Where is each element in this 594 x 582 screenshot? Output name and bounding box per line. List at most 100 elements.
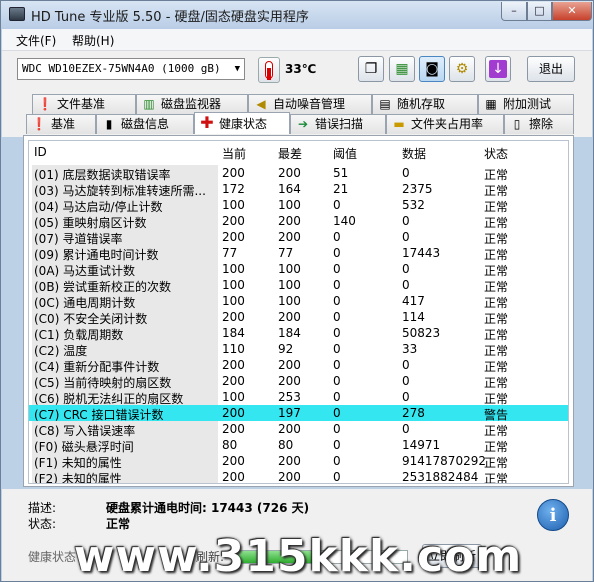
tab-label: 磁盘信息: [121, 117, 170, 131]
table-row[interactable]: (05) 重映射扇区计数 200 200 140 0 正常: [29, 213, 568, 230]
table-row[interactable]: (09) 累计通电时间计数 77 77 0 17443 正常: [29, 245, 568, 262]
tab-label: 错误扫描: [315, 117, 364, 131]
table-row[interactable]: (03) 马达旋转到标准转速所需... 172 164 21 2375 正常: [29, 181, 568, 198]
cell-data: 532: [402, 198, 425, 212]
tab-extra-tests[interactable]: ▦ 附加测试: [478, 94, 574, 114]
cell-worst: 100: [278, 262, 301, 276]
cell-current: 200: [222, 470, 245, 484]
cell-id: (09) 累计通电时间计数: [32, 245, 218, 262]
description-value: 硬盘累计通电时间: 17443 (726 天): [106, 501, 310, 515]
cell-worst: 200: [278, 422, 301, 436]
close-button[interactable]: ✕: [552, 2, 592, 21]
col-id[interactable]: ID: [34, 145, 47, 159]
menu-file[interactable]: 文件(F): [16, 32, 56, 49]
cell-current: 80: [222, 438, 238, 452]
table-row[interactable]: (C1) 负载周期数 184 184 0 50823 正常: [29, 325, 568, 342]
exit-button[interactable]: 退出: [527, 56, 575, 82]
cell-id: (0A) 马达重试计数: [32, 261, 218, 278]
table-row[interactable]: (C4) 重新分配事件计数 200 200 0 0 正常: [29, 357, 568, 374]
table-row[interactable]: (01) 底层数据读取错误率 200 200 51 0 正常: [29, 165, 568, 182]
cell-threshold: 0: [333, 342, 341, 356]
tab-label: 文件夹占用率: [411, 117, 484, 131]
smart-table[interactable]: ID 当前 最差 阈值 数据 状态 (01) 底层数据读取错误率 200 200 51…: [28, 140, 569, 484]
tab-label: 自动噪音管理: [273, 97, 346, 111]
tab-error-scan[interactable]: ➔ 错误扫描: [290, 114, 386, 134]
cell-id: (03) 马达旋转到标准转速所需...: [32, 181, 218, 198]
cell-worst: 100: [278, 278, 301, 292]
minimize-button[interactable]: –: [501, 2, 527, 21]
cell-worst: 200: [278, 374, 301, 388]
tab-random-access[interactable]: ▤ 随机存取: [372, 94, 478, 114]
cell-current: 100: [222, 294, 245, 308]
table-row[interactable]: (C2) 温度 110 92 0 33 正常: [29, 341, 568, 358]
tab-file-benchmark[interactable]: ❗ 文件基准: [32, 94, 136, 114]
col-data[interactable]: 数据: [402, 145, 426, 162]
camera-icon[interactable]: ◙: [419, 56, 445, 82]
cell-current: 200: [222, 454, 245, 468]
cell-threshold: 0: [333, 262, 341, 276]
cell-worst: 100: [278, 294, 301, 308]
copy-screen-icon[interactable]: ▦: [389, 56, 415, 82]
cell-threshold: 51: [333, 166, 349, 180]
table-row[interactable]: (C5) 当前待映射的扇区数 200 200 0 0 正常: [29, 373, 568, 390]
col-threshold[interactable]: 阈值: [333, 145, 357, 162]
tab-folder-usage[interactable]: ▬ 文件夹占用率: [386, 114, 504, 134]
cell-id: (C1) 负载周期数: [32, 325, 218, 342]
watermark-text: www.315kkk.com: [73, 531, 523, 582]
cell-worst: 164: [278, 182, 301, 196]
chevron-down-icon: ▼: [234, 64, 240, 74]
col-status[interactable]: 状态: [484, 145, 508, 162]
cell-worst: 80: [278, 438, 294, 452]
cell-current: 110: [222, 342, 245, 356]
cell-data: 0: [402, 214, 410, 228]
drive-select[interactable]: WDC WD10EZEX-75WN4A0 (1000 gB) ▼: [17, 58, 245, 80]
random-access-icon: ▤: [379, 97, 391, 111]
cell-threshold: 140: [333, 214, 356, 228]
cell-data: 0: [402, 166, 410, 180]
cell-data: 417: [402, 294, 425, 308]
col-current[interactable]: 当前: [222, 145, 246, 162]
tab-aam[interactable]: ◀ 自动噪音管理: [248, 94, 372, 114]
tab-benchmark[interactable]: ❗ 基准: [26, 114, 96, 134]
table-row[interactable]: (0A) 马达重试计数 100 100 0 0 正常: [29, 261, 568, 278]
save-icon[interactable]: ↓: [485, 56, 511, 82]
copy-info-icon[interactable]: ❐: [358, 56, 384, 82]
col-worst[interactable]: 最差: [278, 145, 302, 162]
table-row[interactable]: (C6) 脱机无法纠正的扇区数 100 253 0 0 正常: [29, 389, 568, 406]
tab-disk-info[interactable]: ▮ 磁盘信息: [96, 114, 194, 134]
table-row[interactable]: (C8) 写入错误速率 200 200 0 0 正常: [29, 421, 568, 438]
menu-bar: 文件(F) 帮助(H): [2, 29, 592, 51]
cell-threshold: 0: [333, 294, 341, 308]
table-row[interactable]: (0B) 尝试重新校正的次数 100 100 0 0 正常: [29, 277, 568, 294]
table-row[interactable]: (C7) CRC 接口错误计数 200 197 0 278 警告: [29, 405, 568, 422]
cell-data: 0: [402, 358, 410, 372]
table-row[interactable]: (F1) 未知的属性 200 200 0 91417870292 正常: [29, 453, 568, 470]
cell-current: 200: [222, 230, 245, 244]
menu-help[interactable]: 帮助(H): [72, 32, 114, 49]
cell-id: (F0) 磁头悬浮时间: [32, 437, 218, 454]
cell-worst: 184: [278, 326, 301, 340]
table-row[interactable]: (F2) 未知的属性 200 200 0 2531882484 正常: [29, 469, 568, 484]
cell-data: 14971: [402, 438, 441, 452]
tab-health[interactable]: ✚ 健康状态: [194, 112, 290, 134]
maximize-button[interactable]: □: [527, 2, 552, 21]
extra-tests-icon: ▦: [485, 97, 497, 111]
cell-worst: 197: [278, 406, 301, 420]
tab-disk-monitor[interactable]: ▥ 磁盘监视器: [136, 94, 248, 114]
table-row[interactable]: (C0) 不安全关闭计数 200 200 0 114 正常: [29, 309, 568, 326]
tab-label: 健康状态: [219, 117, 268, 131]
tab-erase[interactable]: ▯ 擦除: [504, 114, 574, 134]
cell-threshold: 0: [333, 358, 341, 372]
table-row[interactable]: (0C) 通电周期计数 100 100 0 417 正常: [29, 293, 568, 310]
cell-threshold: 21: [333, 182, 349, 196]
cell-id: (07) 寻道错误率: [32, 229, 218, 246]
table-row[interactable]: (07) 寻道错误率 200 200 0 0 正常: [29, 229, 568, 246]
info-icon[interactable]: i: [537, 499, 569, 531]
table-row[interactable]: (F0) 磁头悬浮时间 80 80 0 14971 正常: [29, 437, 568, 454]
title-bar[interactable]: HD Tune 专业版 5.50 - 硬盘/固态硬盘实用程序 – □ ✕: [1, 1, 593, 29]
cell-data: 0: [402, 390, 410, 404]
cell-data: 0: [402, 422, 410, 436]
options-icon[interactable]: ⚙: [449, 56, 475, 82]
cell-worst: 200: [278, 454, 301, 468]
table-row[interactable]: (04) 马达启动/停止计数 100 100 0 532 正常: [29, 197, 568, 214]
